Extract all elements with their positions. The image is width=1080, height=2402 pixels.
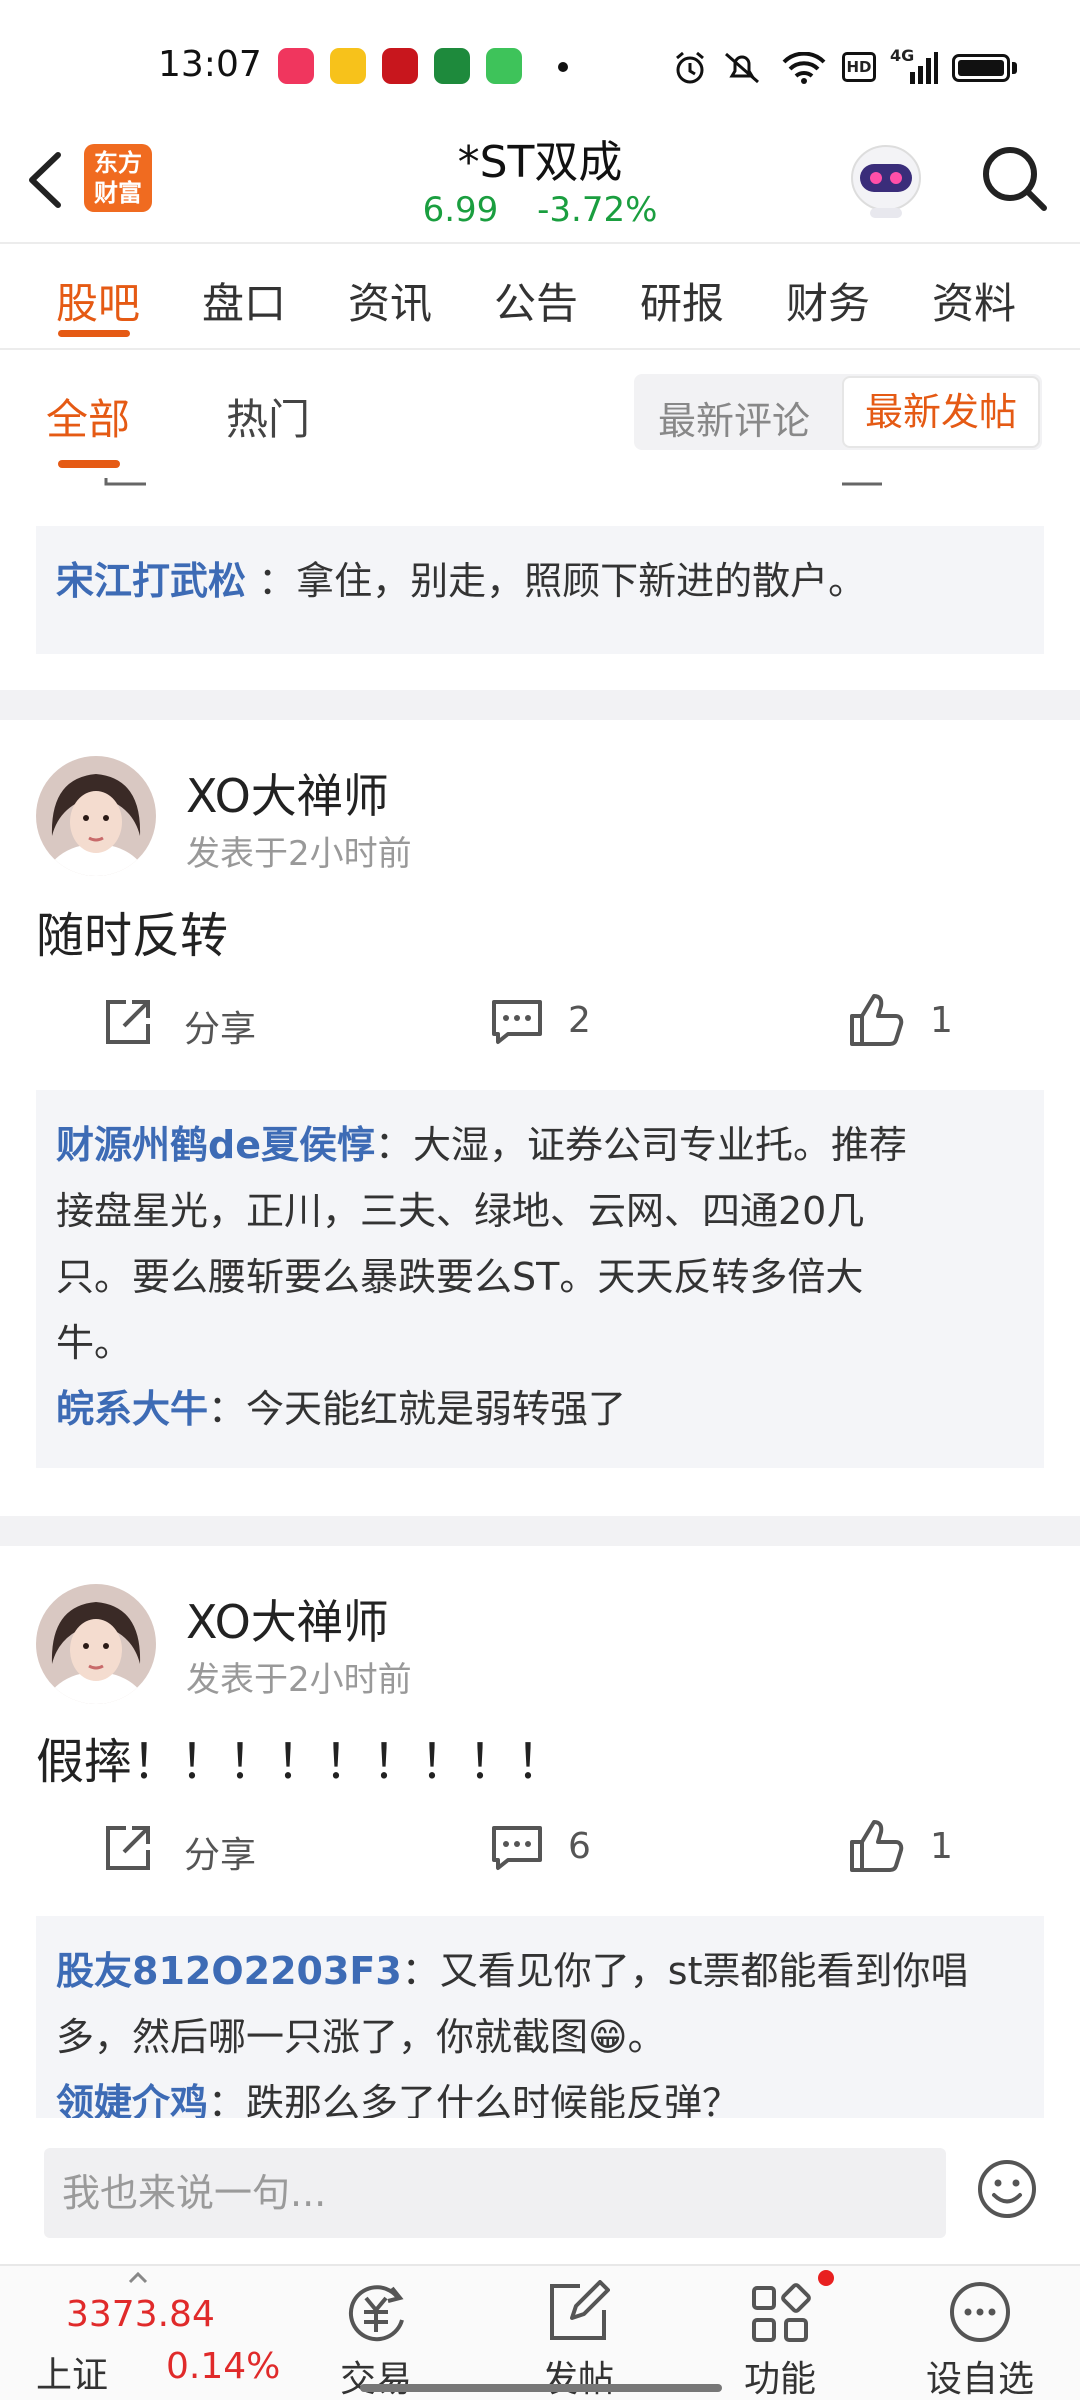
hd-icon: HD (842, 52, 876, 82)
reply-user[interactable]: 领婕介鸡 (56, 2081, 208, 2118)
tab-pankou[interactable]: 盘口 (202, 270, 286, 331)
compose-icon[interactable] (546, 2280, 610, 2344)
more-icon[interactable] (948, 2280, 1012, 2344)
like-icon[interactable] (848, 1818, 904, 1874)
share-icon (104, 478, 146, 486)
post-feed: 宋江打武松 ：拿住，别走，照顾下新进的散户。 XO大禅师 发表于2小时前 随时反… (0, 478, 1080, 2118)
avatar[interactable] (36, 756, 156, 876)
reply-text: ：今天能红就是弱转强了 (208, 1387, 627, 1431)
tab-news[interactable]: 资讯 (348, 270, 432, 331)
reply-box[interactable]: 股友812O2203F3：又看见你了，st票都能看到你唱 多，然后哪一只涨了，你… (36, 1916, 1044, 2118)
notification-badge (818, 2270, 834, 2286)
post-time: 发表于2小时前 (186, 1660, 412, 1700)
search-icon[interactable] (978, 142, 1050, 214)
comment-icon[interactable] (490, 998, 544, 1046)
reply-user[interactable]: 股友812O2203F3 (56, 1949, 402, 1993)
reply-item: 宋江打武松 ：拿住，别走，照顾下新进的散户。 (56, 548, 1024, 614)
header-divider (0, 242, 1080, 244)
bank-app-icon (382, 48, 418, 84)
share-icon[interactable] (104, 1822, 154, 1872)
comment-input[interactable] (44, 2148, 946, 2238)
reply-user[interactable]: 财源州鹤de夏侯惇 (56, 1123, 375, 1167)
reply-text: ：跌那么多了什么时候能反弹？ (208, 2081, 741, 2118)
index-change[interactable]: 0.14% (166, 2346, 280, 2387)
emoji-icon[interactable] (976, 2158, 1038, 2220)
status-bar: 13:07 HD 4G (0, 0, 1080, 130)
reply-text: ：拿住，别走，照顾下新进的散户。 (258, 559, 867, 603)
comment-count: 2 (568, 1000, 591, 1041)
post-time: 发表于2小时前 (186, 834, 412, 874)
home-indicator[interactable] (360, 2384, 722, 2392)
like-count: 1 (930, 1826, 953, 1867)
post-username[interactable]: XO大禅师 (186, 760, 389, 826)
reply-item: 皖系大牛：今天能红就是弱转强了 (56, 1376, 1024, 1442)
tab-announcements[interactable]: 公告 (494, 270, 578, 331)
post-content[interactable]: 随时反转 (36, 896, 228, 966)
like-icon (842, 482, 882, 486)
notification-dot (558, 62, 568, 72)
reply-item: 财源州鹤de夏侯惇：大湿，证券公司专业托。推荐 接盘星光，正川，三夫、绿地、云网… (56, 1112, 1024, 1376)
sort-latest-post[interactable]: 最新发帖 (842, 376, 1040, 448)
share-label[interactable]: 分享 (184, 1826, 256, 1878)
reply-text-line: 多，然后哪一只涨了，你就截图😁。 (56, 2015, 666, 2059)
index-name[interactable]: 上证 (36, 2346, 108, 2398)
subtab-all[interactable]: 全部 (46, 386, 130, 447)
signal-icon (910, 52, 938, 84)
mute-icon (725, 52, 759, 84)
reply-text-line: 只。要么腰斩要么暴跌要么ST。天天反转多倍大 (56, 1255, 864, 1299)
nav-functions[interactable]: 功能 (710, 2350, 850, 2402)
shopping-app-icon (486, 48, 522, 84)
reply-item: 领婕介鸡：跌那么多了什么时候能反弹？ (56, 2070, 1024, 2118)
nav-trade[interactable]: 交易 (306, 2350, 446, 2402)
tabs-divider (0, 348, 1080, 350)
reply-box[interactable]: 宋江打武松 ：拿住，别走，照顾下新进的散户。 (36, 526, 1044, 654)
reply-box[interactable]: 财源州鹤de夏侯惇：大湿，证券公司专业托。推荐 接盘星光，正川，三夫、绿地、云网… (36, 1090, 1044, 1468)
share-label[interactable]: 分享 (184, 1000, 256, 1052)
trade-icon[interactable] (344, 2280, 408, 2344)
like-count: 1 (930, 1000, 953, 1041)
reply-text-line: ：又看见你了，st票都能看到你唱 (401, 1949, 969, 1993)
post-username[interactable]: XO大禅师 (186, 1586, 389, 1652)
tab-guba[interactable]: 股吧 (56, 270, 140, 331)
oppo-app-icon (434, 48, 470, 84)
battery-tip (1012, 62, 1017, 74)
share-icon[interactable] (104, 996, 154, 1046)
main-tab-indicator (58, 330, 130, 337)
tab-profile[interactable]: 资料 (932, 270, 1016, 331)
battery-icon (952, 54, 1010, 82)
nav-add-watchlist[interactable]: 设自选 (910, 2350, 1050, 2402)
stock-price: 6.99 (422, 190, 499, 230)
robot-assistant-icon[interactable] (846, 136, 926, 222)
subtab-indicator (58, 460, 120, 468)
subtab-hot[interactable]: 热门 (226, 386, 310, 447)
reply-text-line: ：大湿，证券公司专业托。推荐 (374, 1123, 907, 1167)
post-separator (0, 690, 1080, 720)
tab-finance[interactable]: 财务 (786, 270, 870, 331)
comment-icon[interactable] (490, 1824, 544, 1872)
reply-user[interactable]: 宋江打武松 (56, 559, 246, 603)
status-time: 13:07 (158, 44, 262, 85)
post-content[interactable]: 假摔！！！！！！！！！ (36, 1722, 564, 1792)
reply-text-line: 牛。 (56, 1321, 133, 1365)
music-app-icon (278, 48, 314, 84)
alarm-icon (676, 51, 704, 84)
like-icon[interactable] (848, 992, 904, 1048)
stock-change: -3.72% (537, 190, 658, 230)
reply-item: 股友812O2203F3：又看见你了，st票都能看到你唱 多，然后哪一只涨了，你… (56, 1938, 1024, 2070)
comment-count: 6 (568, 1826, 591, 1867)
grid-icon[interactable] (748, 2282, 812, 2346)
sort-latest-comment[interactable]: 最新评论 (658, 390, 810, 445)
nav-compose[interactable]: 发帖 (508, 2350, 648, 2402)
wifi-icon (782, 52, 826, 84)
tab-research[interactable]: 研报 (640, 270, 724, 331)
meituan-app-icon (330, 48, 366, 84)
reply-user[interactable]: 皖系大牛 (56, 1387, 208, 1431)
avatar[interactable] (36, 1584, 156, 1704)
reply-text-line: 接盘星光，正川，三夫、绿地、云网、四通20几 (56, 1189, 865, 1233)
chevron-up-icon[interactable] (128, 2272, 148, 2284)
index-value[interactable]: 3373.84 (66, 2294, 215, 2335)
post-separator (0, 1516, 1080, 1546)
